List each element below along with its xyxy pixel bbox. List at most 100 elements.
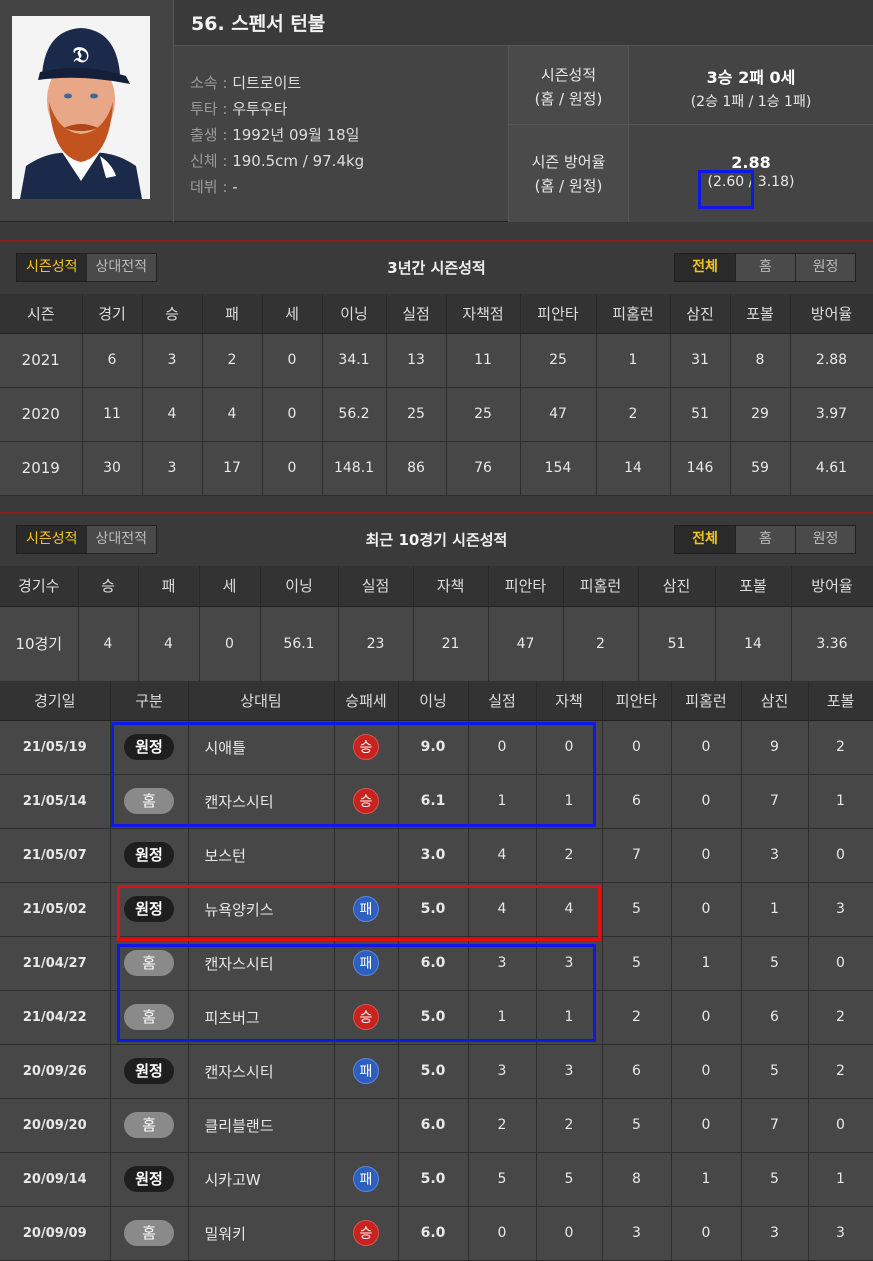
opponent-team: 클리블랜드: [188, 1098, 335, 1153]
stat-r: 1: [468, 774, 537, 829]
game-date: 20/09/09: [0, 1206, 111, 1261]
opponent-team: 시애틀: [188, 720, 335, 775]
game-date: 21/04/22: [0, 990, 111, 1045]
column-header: 경기일: [0, 681, 111, 721]
stat-hr: 0: [671, 774, 742, 829]
game-type-cell: 홈: [110, 774, 189, 829]
stat-h: 6: [602, 1044, 672, 1099]
table-row: 20/09/26 원정 캔자스시티 패 5.0 3 3 6 0 5 2: [0, 1044, 873, 1099]
table-cell: 17: [202, 441, 263, 496]
stat-ip: 5.0: [398, 990, 469, 1045]
stat-so: 9: [741, 720, 809, 775]
player-photo-image: 𝔇: [12, 16, 150, 199]
result-cell: 승: [334, 1206, 399, 1261]
season-stats-table: 시즌 경기 승 패 세 이닝 실점 자책점 피안타 피홈런 삼진 포볼 방어율 2021 6 3 2 0 34.1…: [0, 294, 873, 496]
table-cell: 25: [386, 387, 447, 442]
column-header: 포볼: [808, 681, 873, 721]
season-filter: 전체 홈 원정: [674, 253, 856, 282]
stat-er: 4: [536, 882, 603, 937]
result-badge: 패: [353, 950, 379, 976]
column-header: 이닝: [398, 681, 469, 721]
table-row: 2020 11 4 4 0 56.2 25 25 47 2 51 29 3.97: [0, 387, 873, 442]
table-cell: 51: [638, 606, 716, 682]
stat-r: 4: [468, 882, 537, 937]
table-cell: 2020: [0, 387, 83, 442]
info-body: 신체 : 190.5cm / 97.4kg: [190, 150, 364, 171]
stat-hr: 0: [671, 720, 742, 775]
result-badge: 승: [353, 788, 379, 814]
column-header: 실점: [386, 294, 447, 334]
stat-er: 0: [536, 720, 603, 775]
filter-all[interactable]: 전체: [675, 254, 735, 281]
stat-h: 8: [602, 1152, 672, 1207]
table-cell: 4: [138, 606, 200, 682]
stat-r: 5: [468, 1152, 537, 1207]
column-header: 피안타: [488, 566, 564, 607]
stat-hr: 0: [671, 828, 742, 883]
table-cell: 14: [596, 441, 671, 496]
table-cell: 146: [670, 441, 731, 496]
stat-er: 3: [536, 1044, 603, 1099]
table-cell: 3.36: [791, 606, 873, 682]
filter-home[interactable]: 홈: [735, 526, 795, 553]
table-cell: 86: [386, 441, 447, 496]
result-badge: 승: [353, 1004, 379, 1030]
table-cell: 4: [142, 387, 203, 442]
column-header: 세: [262, 294, 323, 334]
player-name: 56. 스펜서 턴불: [191, 13, 326, 35]
table-cell: 6: [82, 333, 143, 388]
game-date: 21/05/02: [0, 882, 111, 937]
stat-so: 3: [741, 1206, 809, 1261]
stat-h: 0: [602, 720, 672, 775]
stat-bb: 0: [808, 1098, 873, 1153]
column-header: 방어율: [790, 294, 873, 334]
table-cell: 10경기: [0, 606, 79, 682]
stat-bb: 0: [808, 936, 873, 991]
recent-summary-table: 경기수 승 패 세 이닝 실점 자책 피안타 피홈런 삼진 포볼 방어율 10경기 4 4 0 56.1 23 2…: [0, 566, 873, 682]
table-cell: 21: [413, 606, 489, 682]
stat-hr: 0: [671, 882, 742, 937]
table-row: 21/05/14 홈 캔자스시티 승 6.1 1 1 6 0 7 1: [0, 774, 873, 829]
result-cell: 승: [334, 720, 399, 775]
table-row: 21/05/02 원정 뉴욕양키스 패 5.0 4 4 5 0 1 3: [0, 882, 873, 937]
column-header: 피홈런: [671, 681, 742, 721]
column-header: 승: [78, 566, 139, 607]
home-away-badge: 원정: [124, 896, 174, 922]
table-row: 2019 30 3 17 0 148.1 86 76 154 14 146 59 4.61: [0, 441, 873, 496]
filter-away[interactable]: 원정: [795, 254, 855, 281]
filter-home[interactable]: 홈: [735, 254, 795, 281]
column-header: 방어율: [791, 566, 873, 607]
season-record: 3승 2패 0세: [706, 68, 796, 87]
era-label: 시즌 방어율: [531, 153, 606, 171]
stat-er: 3: [536, 936, 603, 991]
table-cell: 154: [520, 441, 597, 496]
stat-r: 0: [468, 720, 537, 775]
stat-hr: 1: [671, 1152, 742, 1207]
filter-all[interactable]: 전체: [675, 526, 735, 553]
game-type-cell: 홈: [110, 1206, 189, 1261]
table-cell: 2.88: [790, 333, 873, 388]
stat-so: 1: [741, 882, 809, 937]
stat-bb: 3: [808, 882, 873, 937]
table-cell: 4: [202, 387, 263, 442]
filter-away[interactable]: 원정: [795, 526, 855, 553]
home-away-badge: 홈: [124, 950, 174, 976]
result-cell: 승: [334, 774, 399, 829]
result-cell: [334, 828, 399, 883]
info-label: 투타 :: [190, 100, 233, 118]
opponent-team: 시카고W: [188, 1152, 335, 1207]
game-date: 20/09/14: [0, 1152, 111, 1207]
table-cell: 11: [82, 387, 143, 442]
stat-ip: 6.0: [398, 1098, 469, 1153]
table-cell: 25: [520, 333, 597, 388]
stat-bb: 2: [808, 1044, 873, 1099]
table-row: 2021 6 3 2 0 34.1 13 11 25 1 31 8 2.88: [0, 333, 873, 388]
opponent-team: 밀워키: [188, 1206, 335, 1261]
recent-filter: 전체 홈 원정: [674, 525, 856, 554]
table-cell: 11: [446, 333, 521, 388]
column-header: 삼진: [638, 566, 716, 607]
column-header: 피홈런: [596, 294, 671, 334]
player-profile: 𝔇 56. 스펜서 턴불 소속 : 디트로이트 투타 : 우투우타 출생 : 1…: [0, 0, 873, 222]
result-cell: 패: [334, 936, 399, 991]
info-debut: 데뷔 : -: [190, 176, 238, 197]
